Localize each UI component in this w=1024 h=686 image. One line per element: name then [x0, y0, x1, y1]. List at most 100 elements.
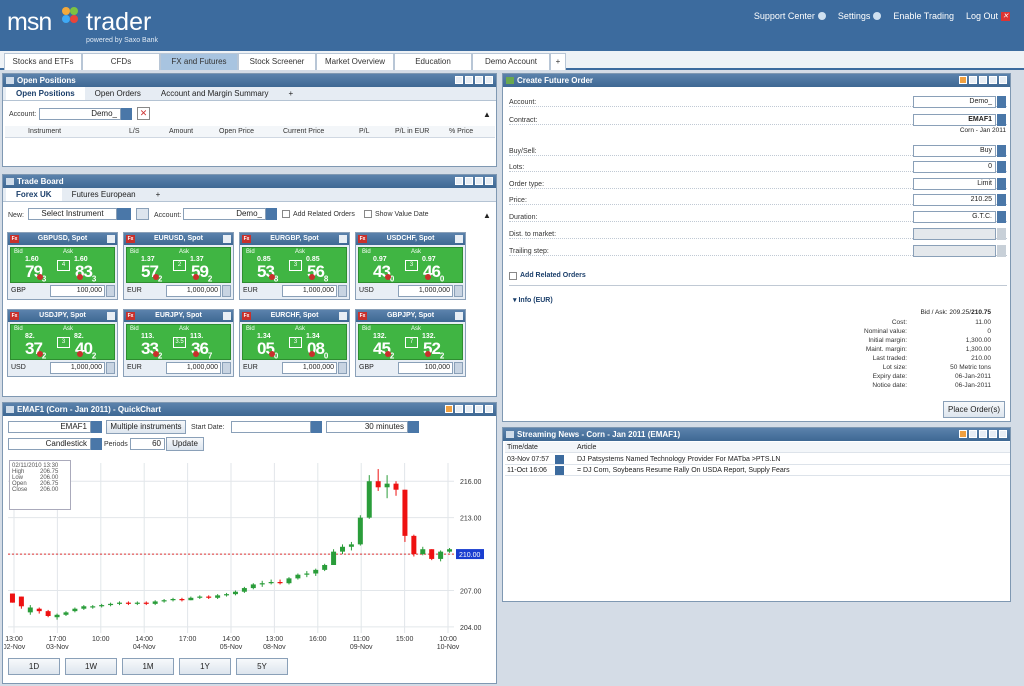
info-toggle[interactable]: ▾ Info (EUR): [513, 296, 553, 306]
amount-input[interactable]: 1,000,000: [398, 285, 453, 297]
amount-spinner[interactable]: [454, 285, 463, 297]
interval-dropdown-icon[interactable]: [408, 421, 419, 433]
help-icon[interactable]: [969, 430, 977, 438]
order-field-input[interactable]: G.T.C.: [913, 211, 996, 223]
close-tile-icon[interactable]: [455, 235, 463, 243]
amount-spinner[interactable]: [338, 362, 347, 374]
minimize-icon[interactable]: [465, 76, 473, 84]
account-dropdown-icon[interactable]: [121, 108, 132, 120]
link-icon[interactable]: [959, 430, 967, 438]
select-instrument-input[interactable]: Select Instrument: [28, 208, 117, 220]
buy-button[interactable]: 592: [191, 262, 213, 283]
field-dropdown-icon[interactable]: [997, 96, 1006, 108]
enable-trading-link[interactable]: Enable Trading: [893, 11, 954, 21]
symbol-input[interactable]: EMAF1: [8, 421, 91, 433]
close-tile-icon[interactable]: [223, 235, 231, 243]
order-field-input[interactable]: Limit: [913, 178, 996, 190]
close-icon[interactable]: [485, 76, 493, 84]
order-field-input[interactable]: [913, 228, 996, 240]
amount-input[interactable]: 1,000,000: [282, 285, 337, 297]
minimize-icon[interactable]: [465, 405, 473, 413]
account-select[interactable]: Demo_: [39, 108, 121, 120]
close-tile-icon[interactable]: [107, 312, 115, 320]
amount-spinner[interactable]: [222, 362, 231, 374]
maximize-icon[interactable]: [475, 177, 483, 185]
buy-button[interactable]: 080: [307, 339, 329, 360]
range-button[interactable]: 1Y: [179, 658, 231, 675]
tab-demo-account[interactable]: Demo Account: [472, 53, 550, 70]
order-field-input[interactable]: [913, 245, 996, 257]
buy-button[interactable]: 568: [307, 262, 329, 283]
tab-stock-screener[interactable]: Stock Screener: [238, 53, 316, 70]
minimize-icon[interactable]: [465, 177, 473, 185]
amount-spinner[interactable]: [338, 285, 347, 297]
maximize-icon[interactable]: [989, 430, 997, 438]
order-field-input[interactable]: Buy: [913, 145, 996, 157]
tab-open-orders[interactable]: Open Orders: [85, 87, 151, 100]
support-center-link[interactable]: Support Center: [754, 11, 826, 21]
multiple-instruments-button[interactable]: Multiple instruments: [106, 420, 186, 434]
add-related-checkbox[interactable]: [282, 210, 290, 218]
buy-button[interactable]: 402: [75, 339, 97, 360]
sell-button[interactable]: 430: [373, 262, 395, 283]
tab-stocks-etfs[interactable]: Stocks and ETFs: [4, 53, 82, 70]
add-related-orders-checkbox[interactable]: [509, 272, 517, 280]
range-button[interactable]: 1W: [65, 658, 117, 675]
help-icon[interactable]: [455, 405, 463, 413]
close-icon[interactable]: [485, 405, 493, 413]
account-dropdown-icon[interactable]: [266, 208, 277, 220]
collapse-icon[interactable]: ▲: [483, 211, 491, 220]
sell-button[interactable]: 793: [25, 262, 47, 283]
sell-button[interactable]: 372: [25, 339, 47, 360]
range-button[interactable]: 5Y: [236, 658, 288, 675]
add-tab-button[interactable]: +: [550, 53, 566, 70]
buy-button[interactable]: 460: [423, 262, 445, 283]
link-icon[interactable]: [445, 405, 453, 413]
range-button[interactable]: 1D: [8, 658, 60, 675]
help-icon[interactable]: [455, 177, 463, 185]
news-row[interactable]: 03-Nov 07:57 DJ Patsystems Named Technolo…: [505, 454, 1010, 465]
amount-input[interactable]: 1,000,000: [166, 285, 221, 297]
close-icon[interactable]: [999, 76, 1007, 84]
field-dropdown-icon[interactable]: [997, 228, 1006, 240]
tab-futures-european[interactable]: Futures European: [62, 188, 146, 201]
remove-icon[interactable]: ✕: [137, 107, 150, 120]
chart-type-dropdown-icon[interactable]: [91, 438, 102, 450]
tab-forex-uk[interactable]: Forex UK: [6, 188, 62, 201]
log-out-link[interactable]: Log Out ✕: [966, 11, 1010, 21]
chart-type-select[interactable]: Candlestick: [8, 438, 91, 450]
amount-spinner[interactable]: [454, 362, 463, 374]
range-button[interactable]: 1M: [122, 658, 174, 675]
maximize-icon[interactable]: [475, 405, 483, 413]
field-dropdown-icon[interactable]: [997, 245, 1006, 257]
add-subtab-button[interactable]: +: [146, 188, 171, 201]
field-dropdown-icon[interactable]: [997, 178, 1006, 190]
minimize-icon[interactable]: [979, 76, 987, 84]
settings-link[interactable]: Settings: [838, 11, 882, 21]
maximize-icon[interactable]: [989, 76, 997, 84]
trade-account-select[interactable]: Demo_: [183, 208, 266, 220]
order-field-input[interactable]: Demo_: [913, 96, 996, 108]
show-value-date-checkbox[interactable]: [364, 210, 372, 218]
link-icon[interactable]: [959, 76, 967, 84]
close-tile-icon[interactable]: [339, 235, 347, 243]
instrument-dropdown-icon[interactable]: [117, 208, 131, 220]
sell-button[interactable]: 332: [141, 339, 163, 360]
amount-input[interactable]: 1,000,000: [166, 362, 221, 374]
field-dropdown-icon[interactable]: [997, 114, 1006, 126]
sell-button[interactable]: 050: [257, 339, 279, 360]
start-date-input[interactable]: [231, 421, 311, 433]
field-dropdown-icon[interactable]: [997, 145, 1006, 157]
order-field-input[interactable]: EMAF1: [913, 114, 996, 126]
close-tile-icon[interactable]: [107, 235, 115, 243]
minimize-icon[interactable]: [979, 430, 987, 438]
add-subtab-button[interactable]: +: [279, 87, 304, 100]
close-tile-icon[interactable]: [223, 312, 231, 320]
buy-button[interactable]: 367: [191, 339, 213, 360]
tab-cfds[interactable]: CFDs: [82, 53, 160, 70]
buy-button[interactable]: 522: [423, 339, 445, 360]
periods-input[interactable]: 60: [130, 438, 165, 450]
order-field-input[interactable]: 210.25: [913, 194, 996, 206]
candlestick-chart[interactable]: 13:0002-Nov17:0003-Nov10:00 14:0004-Nov17…: [4, 457, 496, 649]
close-icon[interactable]: [999, 430, 1007, 438]
